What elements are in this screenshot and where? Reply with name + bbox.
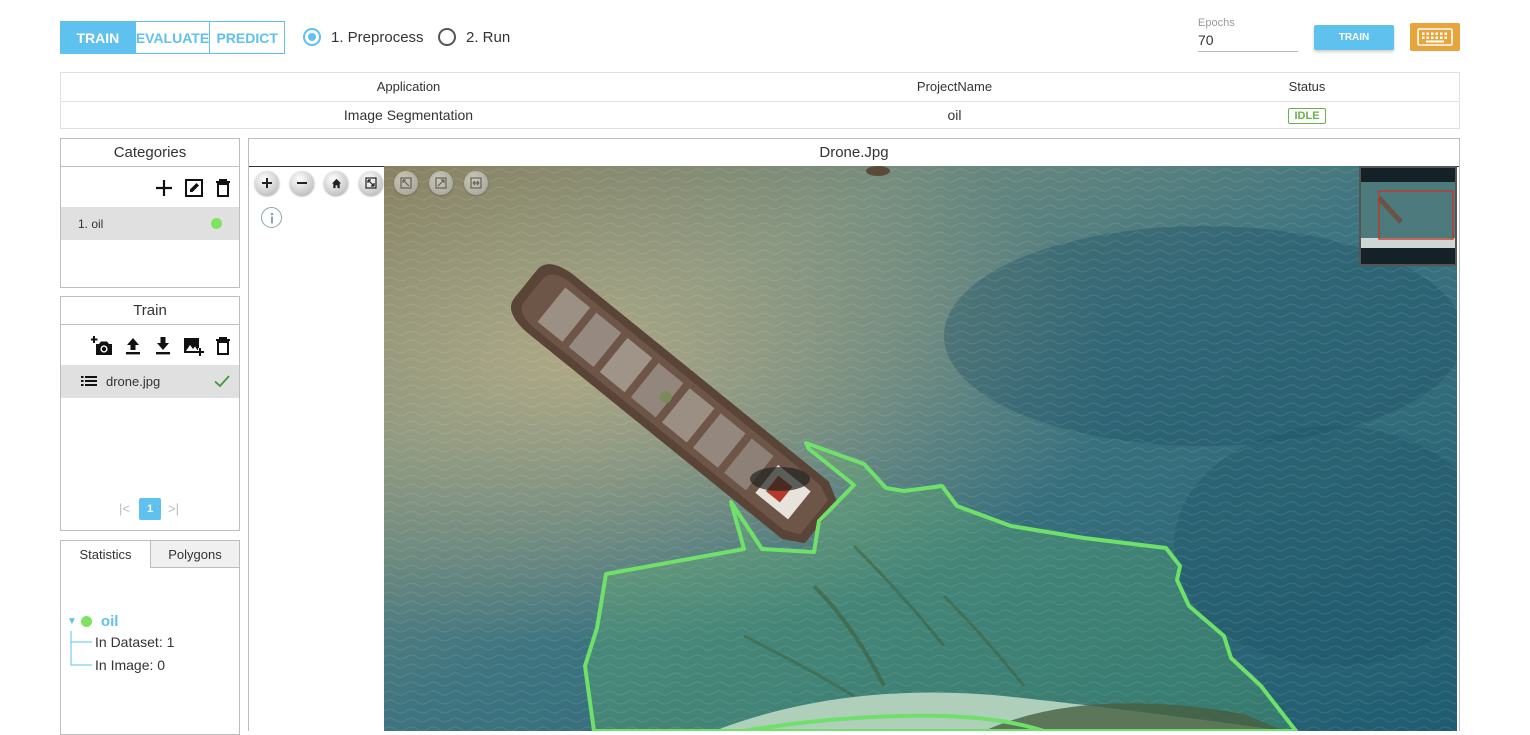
zoom-in-button[interactable] bbox=[255, 171, 279, 195]
info-icon bbox=[270, 212, 273, 223]
header-status: Status bbox=[1288, 79, 1326, 94]
list-item[interactable]: drone.jpg bbox=[61, 365, 239, 398]
zoom-in-icon bbox=[262, 178, 272, 188]
category-label: 1. oil bbox=[78, 217, 104, 231]
zoom-out-icon bbox=[297, 182, 307, 184]
radio-unchecked-icon bbox=[438, 28, 456, 46]
mode-tabs: TRAIN EVALUATE PREDICT bbox=[60, 21, 285, 54]
train-button[interactable]: TRAIN bbox=[1314, 25, 1394, 50]
status-badge: IDLE bbox=[1288, 108, 1326, 125]
tree-connector bbox=[70, 631, 92, 666]
step-run-label: 2. Run bbox=[466, 28, 511, 46]
radio-checked-icon bbox=[303, 28, 321, 46]
tab-polygons[interactable]: Polygons bbox=[151, 541, 239, 568]
stat-in-dataset: In Dataset: 1 bbox=[95, 634, 175, 650]
project-info-table: Application ProjectName Status Image Seg… bbox=[60, 72, 1460, 129]
step-preprocess-radio[interactable]: 1. Preprocess bbox=[303, 26, 424, 48]
train-panel: Train drone.jpg |< 1 >| bbox=[60, 296, 240, 531]
tab-predict[interactable]: PREDICT bbox=[210, 22, 284, 53]
add-image-icon[interactable] bbox=[182, 335, 204, 357]
home-button[interactable] bbox=[324, 171, 348, 195]
stat-in-image: In Image: 0 bbox=[95, 657, 166, 673]
rotate-right-icon bbox=[435, 177, 447, 189]
categories-title: Categories bbox=[61, 139, 239, 167]
tab-train[interactable]: TRAIN bbox=[61, 22, 136, 53]
train-title: Train bbox=[61, 297, 239, 325]
download-icon[interactable] bbox=[152, 335, 174, 357]
header-application: Application bbox=[376, 79, 441, 94]
table-header-row: Application ProjectName Status bbox=[61, 73, 1459, 102]
caret-down-icon: ▼ bbox=[67, 616, 77, 627]
zoom-out-button[interactable] bbox=[290, 171, 314, 195]
last-page-button[interactable]: >| bbox=[168, 501, 179, 516]
rotate-right-button[interactable] bbox=[429, 171, 453, 195]
drone-image bbox=[384, 166, 1457, 731]
epochs-label: Epochs bbox=[1198, 17, 1235, 29]
tree-category-label: oil bbox=[100, 613, 119, 630]
step-preprocess-label: 1. Preprocess bbox=[331, 28, 424, 46]
rotate-left-button[interactable] bbox=[394, 171, 418, 195]
header-project-name: ProjectName bbox=[916, 79, 993, 94]
first-page-button[interactable]: |< bbox=[119, 501, 130, 516]
categories-panel: Categories 1. oil bbox=[60, 138, 240, 288]
edit-icon[interactable] bbox=[183, 177, 205, 199]
statistics-panel: Statistics Polygons ▼ oil In Dataset: 1 … bbox=[60, 540, 240, 735]
list-item[interactable]: 1. oil bbox=[61, 207, 239, 240]
cell-project-name: oil bbox=[947, 107, 962, 123]
upload-icon[interactable] bbox=[122, 335, 144, 357]
page-1-button[interactable]: 1 bbox=[139, 498, 161, 520]
cell-status: IDLE bbox=[1153, 101, 1461, 129]
navigator-minimap[interactable] bbox=[1359, 166, 1457, 266]
tree-node-oil[interactable]: ▼ oil bbox=[67, 613, 118, 630]
rotate-left-icon bbox=[400, 177, 412, 189]
minimap-image bbox=[1361, 168, 1455, 264]
annotation-canvas[interactable] bbox=[384, 166, 1457, 731]
home-icon bbox=[331, 178, 341, 188]
tab-evaluate[interactable]: EVALUATE bbox=[136, 22, 211, 53]
step-run-radio[interactable]: 2. Run bbox=[438, 26, 510, 48]
check-icon bbox=[214, 375, 230, 388]
table-row: Image Segmentation oil IDLE bbox=[61, 101, 1459, 129]
train-file-label: drone.jpg bbox=[106, 374, 161, 389]
keyboard-icon bbox=[1417, 28, 1453, 46]
trash-icon[interactable] bbox=[212, 335, 234, 357]
fullscreen-button[interactable] bbox=[359, 171, 383, 195]
category-color-dot bbox=[211, 218, 222, 229]
fullscreen-icon bbox=[365, 177, 377, 189]
flip-icon bbox=[470, 177, 482, 189]
trash-icon[interactable] bbox=[212, 177, 234, 199]
plus-icon[interactable] bbox=[153, 177, 175, 199]
add-photo-icon[interactable] bbox=[91, 335, 113, 357]
flip-button[interactable] bbox=[464, 171, 488, 195]
tab-statistics[interactable]: Statistics bbox=[61, 541, 151, 568]
cell-application: Image Segmentation bbox=[343, 107, 474, 123]
category-color-dot bbox=[80, 616, 92, 627]
info-button[interactable] bbox=[261, 207, 282, 228]
keyboard-shortcuts-button[interactable] bbox=[1410, 23, 1460, 51]
list-icon bbox=[81, 376, 97, 386]
image-title: Drone.Jpg bbox=[249, 139, 1459, 167]
epochs-input[interactable] bbox=[1198, 29, 1298, 52]
